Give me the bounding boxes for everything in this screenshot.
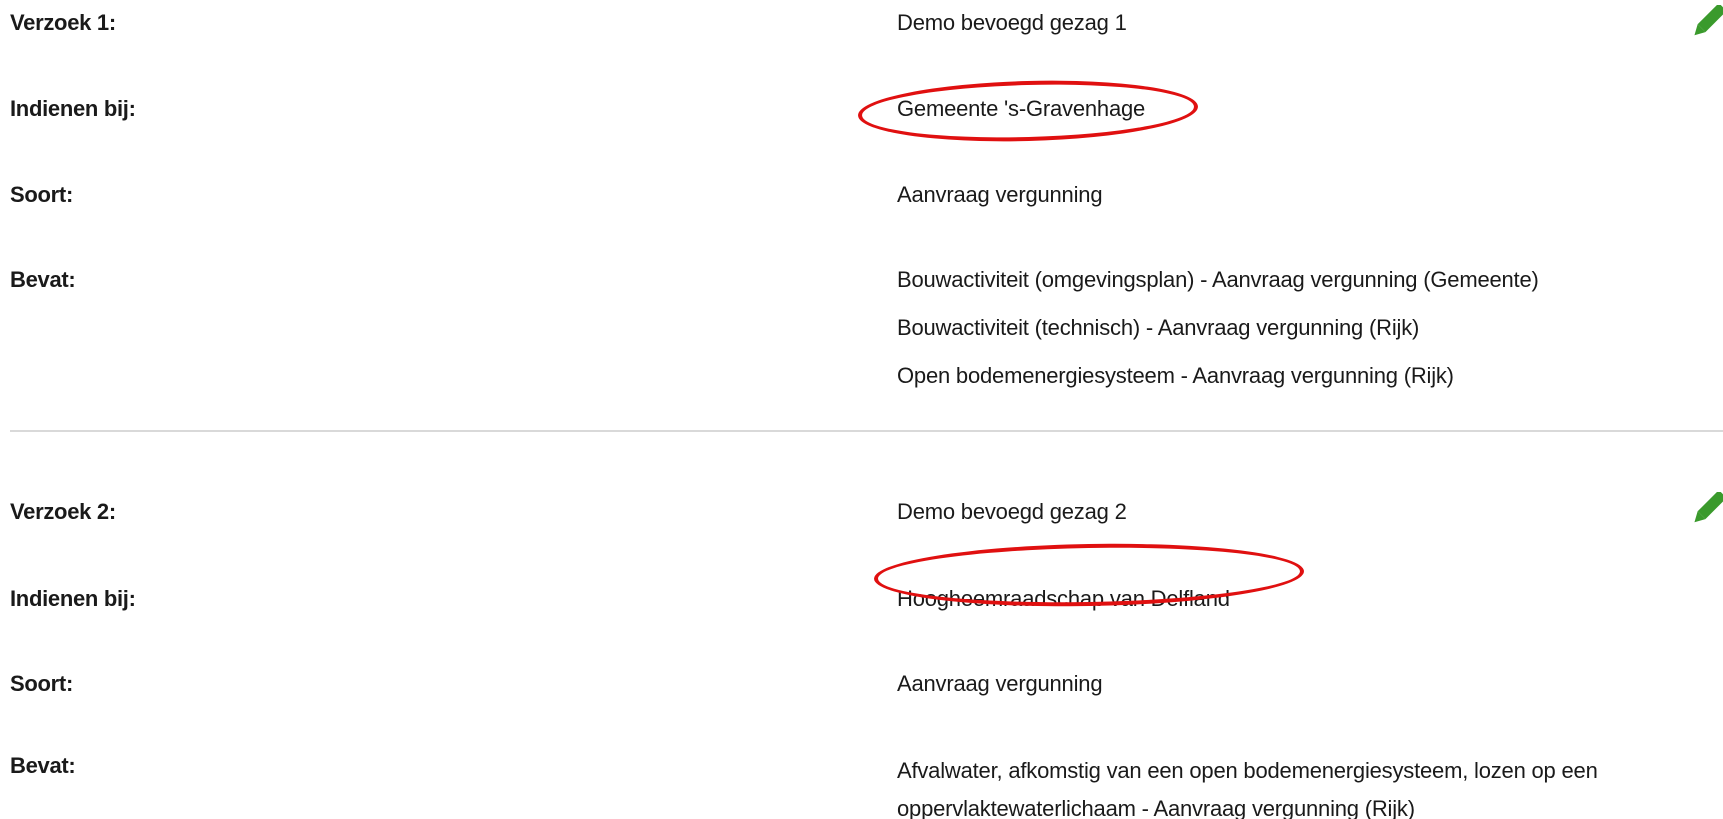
request-title-value: Demo bevoegd gezag 2 [897,499,1127,524]
edit-request-button[interactable] [1686,492,1723,532]
contains-list: Bouwactiviteit (omgevingsplan) - Aanvraa… [897,266,1539,410]
request-title-value: Demo bevoegd gezag 1 [897,10,1127,35]
edit-request-button[interactable] [1686,5,1723,45]
pencil-icon [1694,5,1723,36]
pencil-icon [1694,492,1723,523]
request-title-label: Verzoek 2: [10,499,116,524]
type-label: Soort: [10,671,73,696]
submit-to-label: Indienen bij: [10,96,136,121]
submit-to-label: Indienen bij: [10,586,136,611]
request-divider [10,430,1723,432]
submit-to-value: Hoogheemraadschap van Delfland [897,586,1230,611]
request-title-label: Verzoek 1: [10,10,116,35]
contains-label: Bevat: [10,267,76,292]
contains-item: Open bodemenergiesysteem - Aanvraag verg… [897,363,1454,388]
type-value: Aanvraag vergunning [897,671,1103,696]
submit-to-value: Gemeente 's-Gravenhage [897,96,1146,121]
contains-label: Bevat: [10,753,76,778]
type-value: Aanvraag vergunning [897,182,1103,207]
type-label: Soort: [10,182,73,207]
contains-item: Bouwactiviteit (technisch) - Aanvraag ve… [897,315,1420,340]
contains-item: Bouwactiviteit (omgevingsplan) - Aanvraa… [897,267,1539,292]
contains-item: Afvalwater, afkomstig van een open bodem… [897,758,1598,819]
request-overview: Verzoek 1: Demo bevoegd gezag 1 Indienen… [0,0,1723,819]
